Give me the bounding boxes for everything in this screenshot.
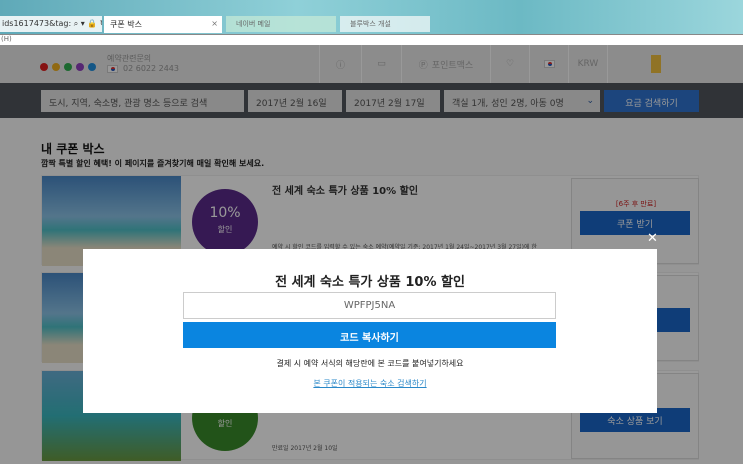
address-bar[interactable]: ids1617473&tag: ⌕ ▾ 🔒 ↻ — [0, 16, 102, 32]
menu-help[interactable]: (H) — [1, 35, 12, 43]
coupon-modal: 전 세계 숙소 특가 상품 10% 할인 WPFPJ5NA 코드 복사하기 결제… — [83, 249, 657, 413]
tab-label: 쿠폰 박스 — [110, 20, 142, 29]
close-icon[interactable]: ✕ — [647, 231, 658, 246]
modal-title: 전 세계 숙소 특가 상품 10% 할인 — [275, 275, 465, 290]
coupon-code-field[interactable]: WPFPJ5NA — [183, 292, 556, 319]
browser-chrome: ids1617473&tag: ⌕ ▾ 🔒 ↻ 쿠폰 박스 × 네이버 메일 블루… — [0, 0, 743, 35]
search-applicable-hotels-link[interactable]: 본 쿠폰이 적용되는 숙소 검색하기 — [83, 378, 657, 389]
menu-bar: (H) — [0, 34, 743, 45]
tab-2[interactable]: 네이버 메일 — [226, 16, 336, 32]
modal-note: 결제 시 예약 서식의 해당란에 본 코드를 붙여넣기하세요 — [276, 359, 464, 368]
tab-coupon-box[interactable]: 쿠폰 박스 × — [104, 16, 222, 33]
copy-code-button[interactable]: 코드 복사하기 — [183, 322, 556, 348]
close-tab-icon[interactable]: × — [211, 19, 218, 28]
tab-3[interactable]: 블루박스 개설 — [340, 16, 430, 32]
